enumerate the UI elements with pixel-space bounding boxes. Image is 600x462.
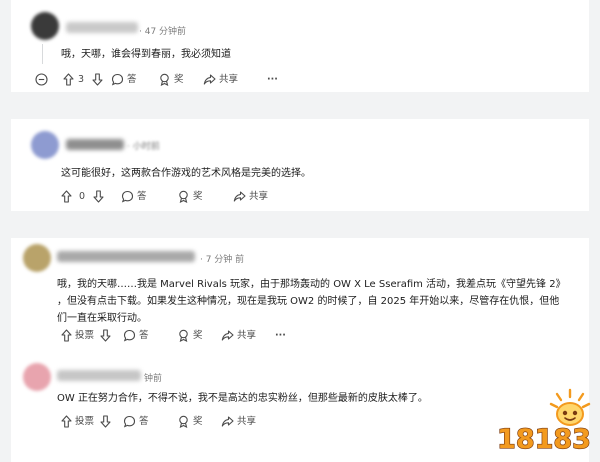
share-label: 共享 — [219, 74, 239, 85]
username[interactable] — [57, 251, 195, 262]
collapse-icon — [35, 73, 48, 86]
comment-line: OW 正在努力合作，不得不说，我不是高达的忠实粉丝，但那些最新的皮肤太棒了。 — [57, 393, 428, 404]
upvote-icon — [61, 415, 72, 428]
vote-count: 0 — [79, 191, 86, 202]
collapse-button[interactable] — [35, 72, 48, 88]
comment-icon — [123, 329, 136, 342]
share-button[interactable]: 共享 — [203, 72, 238, 88]
award-label: 奖 — [193, 416, 203, 427]
award-label: 奖 — [193, 330, 203, 341]
downvote-button[interactable] — [93, 189, 104, 205]
downvote-button[interactable] — [100, 328, 111, 344]
share-icon — [233, 191, 246, 202]
reply-button[interactable]: 答 — [121, 189, 147, 205]
username[interactable] — [66, 139, 124, 150]
comment-text: 哦，天哪，谁会得到春丽，我必须知道 — [61, 46, 231, 63]
upvote-button[interactable] — [61, 328, 72, 344]
reply-button[interactable]: 答 — [123, 328, 149, 344]
award-label: 奖 — [174, 74, 184, 85]
reply-label: 答 — [139, 330, 149, 341]
award-icon — [160, 73, 169, 86]
comment-line: 们一直在采取行动。 — [57, 313, 147, 324]
award-icon — [179, 415, 188, 428]
award-icon — [179, 329, 188, 342]
downvote-icon — [93, 190, 104, 203]
comment-line: 哦，我的天哪……我是 Marvel Rivals 玩家，由于那场轰动的 OW X… — [57, 279, 566, 290]
upvote-button[interactable] — [61, 414, 72, 430]
share-label: 共享 — [249, 191, 269, 202]
vote-label: 投票 — [75, 330, 95, 341]
comment-text: 哦，我的天哪……我是 Marvel Rivals 玩家，由于那场轰动的 OW X… — [57, 276, 566, 327]
downvote-icon — [92, 73, 103, 86]
comment-icon — [111, 73, 124, 86]
comment-card-1: · 47 分钟前 哦，天哪，谁会得到春丽，我必须知道 3 答 奖 共享 ··· — [11, 0, 589, 92]
downvote-icon — [100, 329, 111, 342]
downvote-button[interactable] — [92, 72, 103, 88]
avatar[interactable] — [31, 12, 59, 40]
action-bar: 投票 答 奖 共享 — [61, 414, 301, 430]
share-icon — [203, 74, 216, 85]
username[interactable] — [57, 370, 141, 381]
award-icon — [179, 190, 188, 203]
upvote-icon — [61, 190, 72, 203]
comment-text: OW 正在努力合作，不得不说，我不是高达的忠实粉丝，但那些最新的皮肤太棒了。 — [57, 390, 428, 407]
share-icon — [221, 416, 234, 427]
logo-mascot-icon: 18183 — [496, 388, 592, 456]
upvote-icon — [63, 73, 74, 86]
more-button[interactable]: ··· — [267, 72, 278, 88]
avatar[interactable] — [31, 131, 59, 159]
upvote-button[interactable] — [63, 72, 74, 88]
comment-line: 哦，天哪，谁会得到春丽，我必须知道 — [61, 49, 231, 60]
share-label: 共享 — [237, 416, 257, 427]
share-button[interactable]: 共享 — [233, 189, 268, 205]
reply-label: 答 — [127, 74, 137, 85]
downvote-icon — [100, 415, 111, 428]
downvote-button[interactable] — [100, 414, 111, 430]
more-button[interactable]: ··· — [275, 328, 286, 344]
award-button[interactable]: 奖 — [177, 328, 203, 344]
action-bar: 3 答 奖 共享 ··· — [35, 72, 295, 88]
comment-icon — [123, 415, 136, 428]
reply-label: 答 — [137, 191, 147, 202]
award-button[interactable]: 奖 — [158, 72, 184, 88]
award-label: 奖 — [193, 191, 203, 202]
upvote-icon — [61, 329, 72, 342]
award-button[interactable]: 奖 — [177, 414, 203, 430]
share-button[interactable]: 共享 — [221, 414, 256, 430]
action-bar: 投票 答 奖 共享 ··· — [61, 328, 301, 344]
site-logo: 18183 — [494, 386, 594, 458]
comment-text: 这可能很好，这两款合作游戏的艺术风格是完美的选择。 — [61, 165, 311, 182]
vote-count: 3 — [78, 74, 85, 85]
comment-timestamp: · 7 分钟 前 — [200, 255, 245, 265]
comment-timestamp: · 小时前 — [127, 142, 160, 152]
comment-line: ，但没有点击下载。如果发生这种情况，现在是我玩 OW2 的时候了，自 2025 … — [57, 296, 560, 307]
avatar[interactable] — [23, 363, 51, 391]
upvote-button[interactable] — [61, 189, 72, 205]
share-label: 共享 — [237, 330, 257, 341]
award-button[interactable]: 奖 — [177, 189, 203, 205]
reply-button[interactable]: 答 — [111, 72, 137, 88]
share-button[interactable]: 共享 — [221, 328, 256, 344]
comment-line: 这可能很好，这两款合作游戏的艺术风格是完美的选择。 — [61, 168, 311, 179]
thread-line — [42, 44, 43, 64]
logo-text: 18183 — [497, 424, 591, 455]
reply-button[interactable]: 答 — [123, 414, 149, 430]
comment-timestamp: · 47 分钟前 — [139, 27, 187, 37]
reply-label: 答 — [139, 416, 149, 427]
comment-icon — [121, 190, 134, 203]
vote-label: 投票 — [75, 416, 95, 427]
share-icon — [221, 330, 234, 341]
avatar[interactable] — [23, 244, 51, 272]
username[interactable] — [66, 22, 138, 33]
comment-timestamp: 钟前 — [144, 374, 163, 384]
comment-card-2: · 小时前 这可能很好，这两款合作游戏的艺术风格是完美的选择。 0 答 奖 共享 — [11, 119, 589, 211]
action-bar: 0 答 奖 共享 — [61, 189, 301, 205]
